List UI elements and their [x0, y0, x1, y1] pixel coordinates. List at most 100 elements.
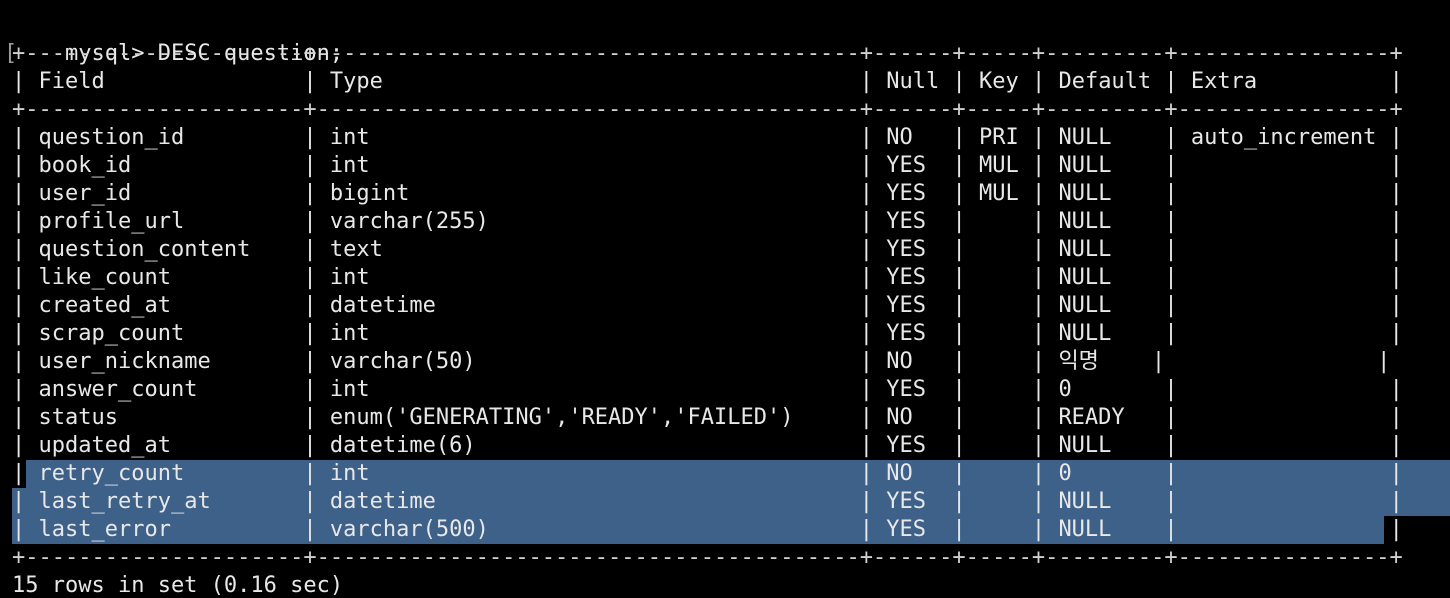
- column-separator: |: [369, 125, 887, 150]
- table-cell: YES: [886, 377, 926, 402]
- column-separator: |: [435, 293, 887, 318]
- table-cell: last_error: [38, 517, 171, 542]
- table-cell: YES: [886, 293, 926, 318]
- table-cell: YES: [886, 433, 926, 458]
- column-separator: |: [1111, 433, 1191, 458]
- column-separator: |: [488, 209, 887, 234]
- table-cell: NULL: [1058, 153, 1112, 178]
- column-separator: |: [978, 377, 1059, 402]
- table-row: | question_id | int | NO | PRI | NULL | …: [12, 124, 1403, 152]
- table-row: | last_error | varchar(500) | YES | | NU…: [12, 516, 1403, 544]
- table-cell: datetime: [329, 489, 436, 514]
- column-separator: |: [184, 209, 330, 234]
- column-separator: |: [12, 433, 39, 458]
- column-separator: |: [104, 69, 330, 94]
- column-separator: |: [475, 433, 887, 458]
- table-cell: YES: [886, 321, 926, 346]
- column-separator: |: [925, 321, 979, 346]
- column-separator: |: [12, 181, 39, 206]
- table-cell: NULL: [1058, 517, 1112, 542]
- table-cell: Field: [38, 69, 105, 94]
- column-separator: |: [925, 433, 979, 458]
- column-separator: |: [1190, 153, 1403, 178]
- table-row: | answer_count | int | YES | | 0 | |: [12, 376, 1403, 404]
- column-separator: |: [369, 461, 887, 486]
- column-separator: |: [978, 321, 1059, 346]
- column-separator: |: [925, 517, 979, 542]
- column-separator: |: [978, 461, 1059, 486]
- column-separator: |: [1111, 265, 1191, 290]
- column-separator: |: [382, 237, 887, 262]
- table-row: | user_id | bigint | YES | MUL | NULL | …: [12, 180, 1403, 208]
- table-cell: scrap_count: [38, 321, 185, 346]
- column-separator: |: [978, 209, 1059, 234]
- column-separator: |: [369, 265, 887, 290]
- column-separator: |: [12, 153, 39, 178]
- terminal-window[interactable]: [mysql> DESC question; +----------------…: [0, 0, 1450, 598]
- column-separator: |: [12, 489, 39, 514]
- table-header-row: | Field | Type | Null | Key | Default | …: [12, 68, 1403, 96]
- table-cell: YES: [886, 237, 926, 262]
- column-separator: |: [978, 433, 1059, 458]
- column-separator: |: [1018, 69, 1059, 94]
- column-separator: |: [1190, 377, 1403, 402]
- column-separator: |: [12, 69, 39, 94]
- column-separator: |: [912, 349, 979, 374]
- column-separator: |: [793, 405, 887, 430]
- table-cell: YES: [886, 489, 926, 514]
- table-cell: int: [329, 265, 370, 290]
- table-cell: NULL: [1058, 125, 1112, 150]
- table-cell: status: [38, 405, 118, 430]
- column-separator: |: [1190, 489, 1403, 514]
- column-separator: |: [1124, 405, 1191, 430]
- table-cell: question_id: [38, 125, 185, 150]
- column-separator: |: [1111, 321, 1191, 346]
- column-separator: |: [12, 265, 39, 290]
- column-separator: |: [1111, 237, 1191, 262]
- table-cell: updated_at: [38, 433, 171, 458]
- column-separator: |: [1190, 321, 1403, 346]
- table-cell: int: [329, 377, 370, 402]
- table-cell: NULL: [1058, 209, 1112, 234]
- column-separator: |: [1111, 489, 1191, 514]
- column-separator: |: [369, 321, 887, 346]
- column-separator: |: [1190, 461, 1403, 486]
- table-cell: NULL: [1058, 489, 1112, 514]
- column-separator: |: [1071, 377, 1191, 402]
- column-separator: |: [210, 349, 330, 374]
- column-separator: |: [1376, 125, 1403, 150]
- column-separator: |: [1178, 349, 1391, 374]
- column-separator: |: [1190, 237, 1403, 262]
- table-row: | profile_url | varchar(255) | YES | | N…: [12, 208, 1403, 236]
- table-cell: user_id: [38, 181, 132, 206]
- column-separator: |: [250, 237, 330, 262]
- column-separator: |: [184, 461, 330, 486]
- column-separator: |: [131, 153, 330, 178]
- column-separator: |: [12, 405, 39, 430]
- table-cell: answer_count: [38, 377, 198, 402]
- table-cell: YES: [886, 517, 926, 542]
- column-separator: |: [1190, 293, 1403, 318]
- table-cell: NO: [886, 461, 913, 486]
- table-row: | book_id | int | YES | MUL | NULL | |: [12, 152, 1403, 180]
- table-cell: NO: [886, 405, 913, 430]
- column-separator: |: [12, 125, 39, 150]
- table-cell: NULL: [1058, 433, 1112, 458]
- column-separator: |: [1111, 209, 1191, 234]
- column-separator: |: [978, 517, 1059, 542]
- column-separator: |: [435, 489, 887, 514]
- column-separator: |: [12, 377, 39, 402]
- column-separator: |: [382, 69, 887, 94]
- table-cell: bigint: [329, 181, 410, 206]
- table-cell: Default: [1058, 69, 1152, 94]
- column-separator: |: [925, 237, 979, 262]
- table-cell: profile_url: [38, 209, 185, 234]
- table-cell: varchar(255): [329, 209, 489, 234]
- table-cell: NULL: [1058, 181, 1112, 206]
- column-separator: |: [184, 125, 330, 150]
- table-row: | created_at | datetime | YES | | NULL |…: [12, 292, 1403, 320]
- table-cell: created_at: [38, 293, 171, 318]
- column-separator: |: [170, 517, 330, 542]
- table-cell: NO: [886, 349, 913, 374]
- column-separator: |: [978, 405, 1059, 430]
